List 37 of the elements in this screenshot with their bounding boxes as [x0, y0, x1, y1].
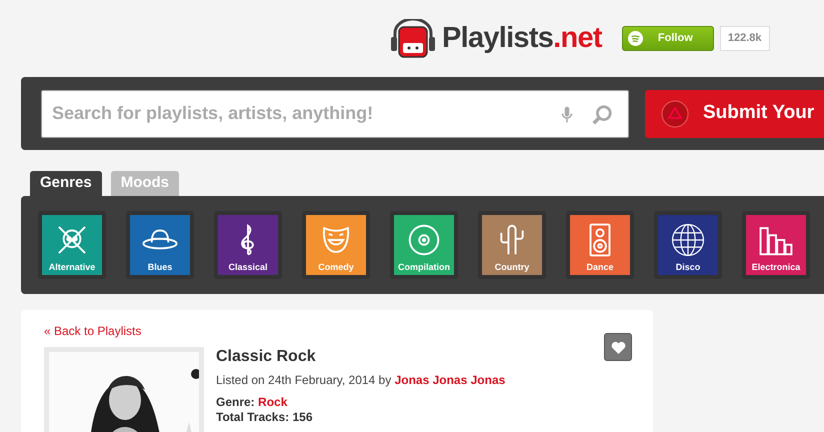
listed-info: Listed on 24th February, 2014 by Jonas Jonas Jonas — [216, 373, 506, 387]
genre-label: Country — [494, 261, 530, 274]
author-link[interactable]: Jonas Jonas Jonas — [394, 373, 506, 387]
genre-link[interactable]: Rock — [258, 395, 288, 409]
genre-tile[interactable]: Electronica — [742, 211, 810, 279]
site-logo[interactable]: Playlists.net — [390, 16, 602, 60]
genre-label: Classical — [228, 261, 268, 274]
total-tracks: Total Tracks: 156 — [216, 410, 314, 424]
genre-tile[interactable]: Dance — [566, 211, 634, 279]
genre-label: Electronica — [752, 261, 800, 274]
follower-count: 122.8k — [720, 26, 770, 51]
genre-info: Genre: Rock — [216, 395, 288, 409]
genre-label: Comedy — [318, 261, 354, 274]
submit-button[interactable]: Submit Your — [645, 90, 824, 138]
genre-label: Blues — [148, 261, 172, 274]
favorite-button[interactable] — [604, 333, 632, 361]
genre-tile[interactable]: Disco — [654, 211, 722, 279]
genre-tile[interactable]: Blues — [126, 211, 194, 279]
genre-label: Alternative — [48, 261, 96, 274]
headphones-logo-icon — [390, 18, 436, 58]
genre-tile[interactable]: Alternative — [38, 211, 106, 279]
search-field[interactable]: Search for playlists, artists, anything! — [41, 90, 629, 138]
genre-label: Disco — [676, 261, 700, 274]
genre-tile[interactable]: Classical — [214, 211, 282, 279]
genre-tile[interactable]: Compilation — [390, 211, 458, 279]
search-icon[interactable] — [591, 104, 613, 126]
genre-label: Dance — [586, 261, 614, 274]
tab[interactable]: Genres — [30, 171, 102, 196]
genre-tile[interactable]: Country — [478, 211, 546, 279]
back-link[interactable]: « Back to Playlists — [44, 324, 142, 338]
heart-icon — [610, 340, 626, 354]
disco-ball-icon — [669, 221, 707, 259]
genre-label: Compilation — [398, 261, 450, 274]
spotify-icon — [628, 31, 643, 46]
logo-text: Playlists.net — [442, 20, 602, 56]
microphone-icon[interactable] — [561, 104, 573, 124]
playlist-title: Classic Rock — [216, 347, 317, 367]
